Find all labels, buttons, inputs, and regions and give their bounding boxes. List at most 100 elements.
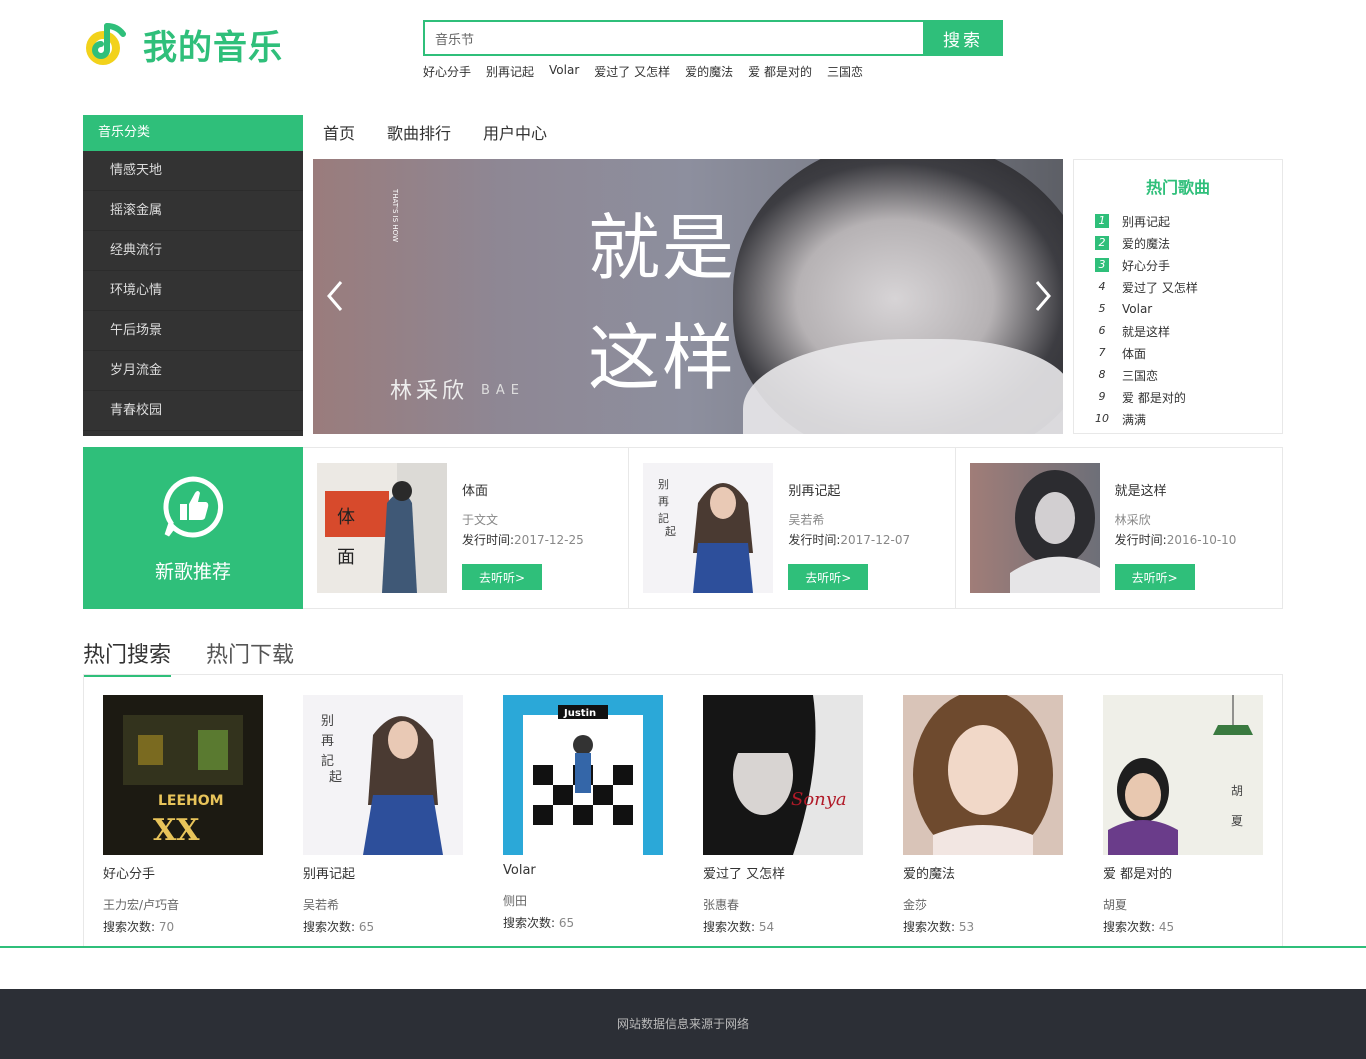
- album-art: Justin: [503, 695, 663, 855]
- category-sidebar: 音乐分类 情感天地 摇滚金属 经典流行 环境心情 午后场景 岁月流金 青春校园: [83, 115, 303, 436]
- new-song-card: 别 再 記 起 别再记起 吴若希 发行时间:2017-12-07 去听听>: [629, 448, 956, 608]
- hot-song-item[interactable]: 4 爱过了 又怎样: [1074, 276, 1282, 298]
- sidebar-item-pop[interactable]: 经典流行: [83, 231, 303, 271]
- hot-song-name: 爱过了 又怎样: [1122, 280, 1198, 295]
- hot-song-item[interactable]: 5 Volar: [1074, 298, 1282, 320]
- hot-song-item[interactable]: 10 满满: [1074, 408, 1282, 430]
- new-song-card: 就是这样 林采欣 发行时间:2016-10-10 去听听>: [956, 448, 1282, 608]
- hot-song-item[interactable]: 7 体面: [1074, 342, 1282, 364]
- hot-song-item[interactable]: 3 好心分手: [1074, 254, 1282, 276]
- search-bar: 搜索: [423, 20, 1003, 56]
- album-cover[interactable]: 体 面: [317, 463, 447, 593]
- sidebar-item-afternoon[interactable]: 午后场景: [83, 311, 303, 351]
- song-artist: 胡夏: [1103, 898, 1128, 912]
- rank-badge: 6: [1098, 324, 1106, 337]
- svg-text:面: 面: [337, 547, 355, 568]
- song-title[interactable]: 就是这样: [1115, 480, 1167, 499]
- search-count: 搜索次数: 65: [503, 914, 663, 931]
- chevron-left-icon[interactable]: [321, 276, 351, 316]
- album-cover[interactable]: LEEHOM XX: [103, 695, 263, 855]
- hot-word-link[interactable]: 好心分手: [423, 63, 471, 80]
- album-cover[interactable]: 胡 夏: [1103, 695, 1263, 855]
- sidebar-item-campus[interactable]: 青春校园: [83, 391, 303, 431]
- search-count: 搜索次数: 53: [903, 918, 1063, 935]
- svg-text:起: 起: [665, 525, 676, 538]
- album-cover[interactable]: Sonya: [703, 695, 863, 855]
- song-title[interactable]: 好心分手: [103, 863, 263, 882]
- hot-word-link[interactable]: Volar: [549, 63, 579, 80]
- hot-word-link[interactable]: 别再记起: [486, 63, 534, 80]
- song-title[interactable]: 爱 都是对的: [1103, 863, 1263, 882]
- hot-word-link[interactable]: 爱 都是对的: [748, 63, 812, 80]
- search-count-label: 搜索次数:: [703, 920, 756, 934]
- release-date-value: 2016-10-10: [1166, 533, 1237, 547]
- hot-song-item[interactable]: 1 别再记起: [1074, 210, 1282, 232]
- search-count-value: 45: [1158, 920, 1175, 934]
- search-count-value: 54: [758, 920, 775, 934]
- site-title: 我的音乐: [143, 28, 283, 68]
- nav-home[interactable]: 首页: [323, 120, 355, 144]
- footer: 网站数据信息来源于网络: [0, 989, 1366, 1059]
- album-cover[interactable]: 别 再 記 起: [303, 695, 463, 855]
- song-title[interactable]: 爱的魔法: [903, 863, 1063, 882]
- site-logo[interactable]: 我的音乐: [83, 20, 283, 69]
- hot-song-name: 别再记起: [1122, 214, 1171, 229]
- chevron-right-icon[interactable]: [1027, 276, 1057, 316]
- hot-song-name: 体面: [1122, 346, 1147, 361]
- sidebar-item-rock[interactable]: 摇滚金属: [83, 191, 303, 231]
- hot-song-name: 好心分手: [1122, 258, 1171, 273]
- nav-ranking[interactable]: 歌曲排行: [387, 120, 451, 144]
- hot-song-item[interactable]: 2 爱的魔法: [1074, 232, 1282, 254]
- search-count-value: 70: [158, 920, 175, 934]
- album-cover[interactable]: [969, 463, 1100, 593]
- song-title[interactable]: 爱过了 又怎样: [703, 863, 863, 882]
- song-title[interactable]: 别再记起: [303, 863, 463, 882]
- sidebar-item-ambient[interactable]: 环境心情: [83, 271, 303, 311]
- hot-songs-title: 热门歌曲: [1145, 178, 1210, 197]
- listen-button[interactable]: 去听听>: [1114, 564, 1195, 590]
- svg-text:别: 别: [321, 714, 334, 729]
- album-cover[interactable]: Justin: [503, 695, 663, 855]
- hot-song-name: 三国恋: [1122, 368, 1159, 383]
- main-nav: 首页 歌曲排行 用户中心: [323, 120, 579, 144]
- banner-headline-1: 就是: [588, 206, 737, 290]
- search-count: 搜索次数: 45: [1103, 918, 1263, 935]
- album-art: [903, 695, 1063, 855]
- hot-search-item: 爱的魔法 金莎 搜索次数: 53: [903, 695, 1063, 935]
- svg-text:Justin: Justin: [563, 708, 596, 719]
- search-input[interactable]: [423, 20, 923, 56]
- tab-hot-download[interactable]: 热门下载: [206, 637, 294, 677]
- divider: [0, 946, 1366, 948]
- svg-text:LEEHOM: LEEHOM: [158, 793, 224, 809]
- song-artist: 吴若希: [788, 513, 825, 527]
- song-title[interactable]: 别再记起: [788, 480, 840, 499]
- tab-hot-search[interactable]: 热门搜索: [83, 637, 172, 677]
- banner-headline-2: 这样: [588, 316, 737, 400]
- hot-word-link[interactable]: 三国恋: [827, 63, 863, 80]
- hot-word-link[interactable]: 爱的魔法: [685, 63, 733, 80]
- search-button[interactable]: 搜索: [923, 20, 1003, 56]
- song-title[interactable]: 体面: [462, 480, 488, 499]
- rank-badge: 5: [1098, 302, 1106, 315]
- nav-user-center[interactable]: 用户中心: [483, 120, 547, 144]
- hot-song-item[interactable]: 6 就是这样: [1074, 320, 1282, 342]
- sidebar-item-emotion[interactable]: 情感天地: [83, 151, 303, 191]
- search-count-label: 搜索次数:: [303, 920, 356, 934]
- hot-song-name: 爱的魔法: [1122, 236, 1171, 251]
- search-count: 搜索次数: 70: [103, 918, 263, 935]
- hot-word-link[interactable]: 爱过了 又怎样: [594, 63, 670, 80]
- song-title[interactable]: Volar: [503, 863, 663, 878]
- sidebar-item-oldies[interactable]: 岁月流金: [83, 351, 303, 391]
- svg-text:起: 起: [329, 770, 342, 785]
- hot-song-name: 爱 都是对的: [1122, 390, 1186, 405]
- svg-text:夏: 夏: [1231, 814, 1243, 828]
- album-cover[interactable]: [903, 695, 1063, 855]
- svg-text:别: 别: [658, 478, 669, 491]
- listen-button[interactable]: 去听听>: [462, 564, 542, 590]
- svg-text:記: 記: [658, 511, 669, 525]
- album-cover[interactable]: 别 再 記 起: [643, 463, 774, 593]
- listen-button[interactable]: 去听听>: [788, 564, 869, 590]
- hot-song-item[interactable]: 9 爱 都是对的: [1074, 386, 1282, 408]
- hot-song-item[interactable]: 8 三国恋: [1074, 364, 1282, 386]
- banner-carousel[interactable]: THAT'S IS HOW 就是 这样 林采欣 BAE: [313, 159, 1063, 434]
